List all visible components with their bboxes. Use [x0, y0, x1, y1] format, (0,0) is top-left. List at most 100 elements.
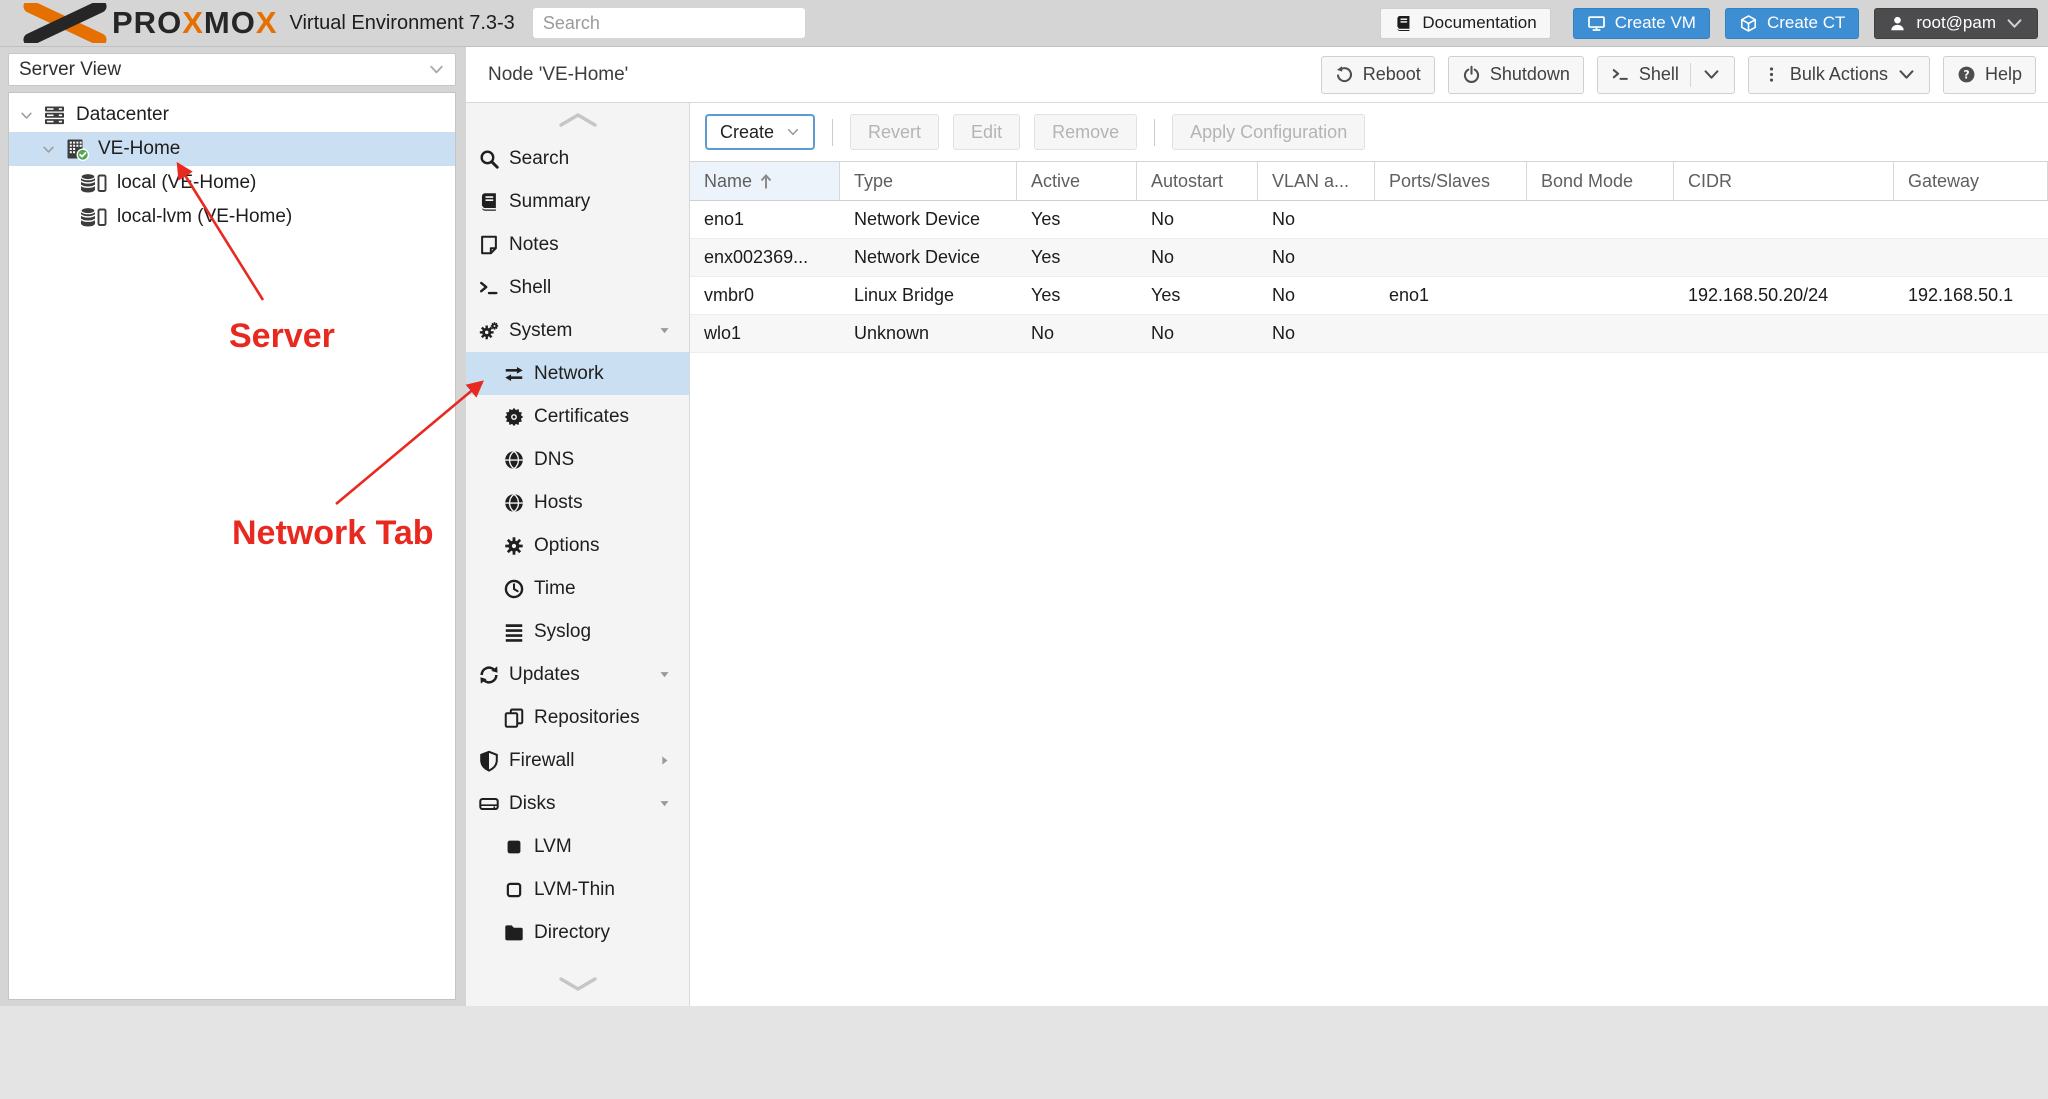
folder-icon [503, 922, 525, 944]
cell-bond-mode [1527, 277, 1674, 314]
sidebar-item-disks[interactable]: Disks [466, 782, 689, 825]
tree-item-local-ve-home[interactable]: local (VE-Home) [9, 166, 455, 200]
sidebar-item-label: Repositories [534, 707, 640, 729]
column-header-autostart[interactable]: Autostart [1137, 162, 1258, 200]
proxmox-logo-icon [22, 3, 108, 43]
menu-scroll-up[interactable] [466, 103, 689, 137]
column-header-vlan-a[interactable]: VLAN a... [1258, 162, 1375, 200]
cell-vlan-a: No [1258, 201, 1375, 238]
help-button[interactable]: ?Help [1943, 56, 2036, 94]
sidebar-item-directory[interactable]: Directory [466, 911, 689, 954]
sidebar-item-repositories[interactable]: Repositories [466, 696, 689, 739]
cell-gateway [1894, 201, 2048, 238]
apply-configuration-button[interactable]: Apply Configuration [1172, 114, 1365, 150]
column-header-type[interactable]: Type [840, 162, 1017, 200]
sidebar-item-dns[interactable]: DNS [466, 438, 689, 481]
column-header-cidr[interactable]: CIDR [1674, 162, 1894, 200]
monitor-icon [1587, 14, 1606, 33]
sidebar-item-label: Directory [534, 922, 610, 944]
search-icon [478, 148, 500, 170]
button-label: Reboot [1363, 64, 1421, 85]
column-header-gateway[interactable]: Gateway [1894, 162, 2048, 200]
create-vm-button[interactable]: Create VM [1573, 8, 1710, 39]
wordmark-segment: MO [204, 5, 256, 40]
sidebar-item-notes[interactable]: Notes [466, 223, 689, 266]
view-selector[interactable]: Server View [8, 53, 456, 86]
ellipsis-icon [1762, 65, 1781, 84]
button-label: Create [720, 122, 774, 143]
chevron-down-icon [658, 324, 671, 337]
sidebar-item-label: Disks [509, 793, 555, 815]
node-actions: Reboot Shutdown Shell Bulk Actions ?Help [1321, 56, 2036, 94]
column-header-active[interactable]: Active [1017, 162, 1137, 200]
sidebar-item-label: Network [534, 363, 604, 385]
table-row-wlo1[interactable]: wlo1UnknownNoNoNo [690, 315, 2048, 353]
sidebar-item-updates[interactable]: Updates [466, 653, 689, 696]
shell-button[interactable]: Shell [1597, 56, 1735, 94]
edit-button[interactable]: Edit [953, 114, 1020, 150]
proxmox-app-window: PROXMOX Virtual Environment 7.3-3 Docume… [0, 0, 2048, 1006]
create-ct-button[interactable]: Create CT [1725, 8, 1859, 39]
column-label: Autostart [1151, 171, 1223, 192]
sidebar-item-options[interactable]: Options [466, 524, 689, 567]
revert-button[interactable]: Revert [850, 114, 939, 150]
button-label: Revert [868, 122, 921, 143]
sidebar-item-network[interactable]: Network [466, 352, 689, 395]
menu-scroll-down[interactable] [466, 962, 689, 1006]
user-menu-button[interactable]: root@pam [1874, 8, 2038, 39]
sidebar-item-certificates[interactable]: Certificates [466, 395, 689, 438]
button-label: Edit [971, 122, 1002, 143]
column-header-ports-slaves[interactable]: Ports/Slaves [1375, 162, 1527, 200]
table-row-enx002369[interactable]: enx002369...Network DeviceYesNoNo [690, 239, 2048, 277]
sidebar-item-label: DNS [534, 449, 574, 471]
tree-item-ve-home[interactable]: VE-Home [9, 132, 455, 166]
sidebar-item-system[interactable]: System [466, 309, 689, 352]
tree-item-label: local-lvm (VE-Home) [117, 206, 292, 228]
globe-icon [503, 449, 525, 471]
bulk-actions-button[interactable]: Bulk Actions [1748, 56, 1930, 94]
cell-vlan-a: No [1258, 315, 1375, 352]
sidebar-item-lvm-thin[interactable]: LVM-Thin [466, 868, 689, 911]
cell-name: eno1 [690, 201, 840, 238]
refresh-icon [478, 664, 500, 686]
create-button[interactable]: Create [705, 114, 815, 150]
column-header-name[interactable]: Name [690, 162, 840, 200]
clock-icon [503, 578, 525, 600]
column-label: Bond Mode [1541, 171, 1633, 192]
cell-bond-mode [1527, 239, 1674, 276]
gear-icon [503, 535, 525, 557]
remove-button[interactable]: Remove [1034, 114, 1137, 150]
globe-icon [503, 492, 525, 514]
chevron-down-icon [557, 976, 599, 992]
cell-name: wlo1 [690, 315, 840, 352]
documentation-button[interactable]: Documentation [1380, 8, 1550, 39]
version-label: Virtual Environment 7.3-3 [290, 12, 515, 35]
tree-item-datacenter[interactable]: Datacenter [9, 98, 455, 132]
node-panel: Node 'VE-Home' RebootShutdownShellBulk A… [466, 47, 2048, 1006]
cell-ports-slaves: eno1 [1375, 277, 1527, 314]
node-nav-menu: Search Summary NotesShellSystem Network Cert… [466, 103, 690, 1006]
chevron-down-icon [1702, 65, 1721, 84]
table-row-eno1[interactable]: eno1Network DeviceYesNoNo [690, 201, 2048, 239]
tree-item-local-lvm-ve-home[interactable]: local-lvm (VE-Home) [9, 200, 455, 234]
button-label: Remove [1052, 122, 1119, 143]
sidebar-item-shell[interactable]: Shell [466, 266, 689, 309]
global-search-input[interactable] [533, 8, 805, 38]
network-content: Create Revert Edit Remove Apply Configuratio… [690, 103, 2048, 1006]
sidebar-item-hosts[interactable]: Hosts [466, 481, 689, 524]
column-header-bond-mode[interactable]: Bond Mode [1527, 162, 1674, 200]
shutdown-button[interactable]: Shutdown [1448, 56, 1584, 94]
sidebar-item-lvm[interactable]: LVM [466, 825, 689, 868]
sidebar-item-syslog[interactable]: Syslog [466, 610, 689, 653]
sidebar-item-search[interactable]: Search [466, 137, 689, 180]
sidebar-item-summary[interactable]: Summary [466, 180, 689, 223]
sidebar-item-time[interactable]: Time [466, 567, 689, 610]
table-row-vmbr0[interactable]: vmbr0Linux BridgeYesYesNoeno1192.168.50.… [690, 277, 2048, 315]
cell-name: enx002369... [690, 239, 840, 276]
button-label: Apply Configuration [1190, 122, 1347, 143]
reboot-button[interactable]: Reboot [1321, 56, 1435, 94]
sidebar-item-firewall[interactable]: Firewall [466, 739, 689, 782]
column-label: CIDR [1688, 171, 1732, 192]
sidebar-item-label: Summary [509, 191, 590, 213]
list-icon [503, 621, 525, 643]
